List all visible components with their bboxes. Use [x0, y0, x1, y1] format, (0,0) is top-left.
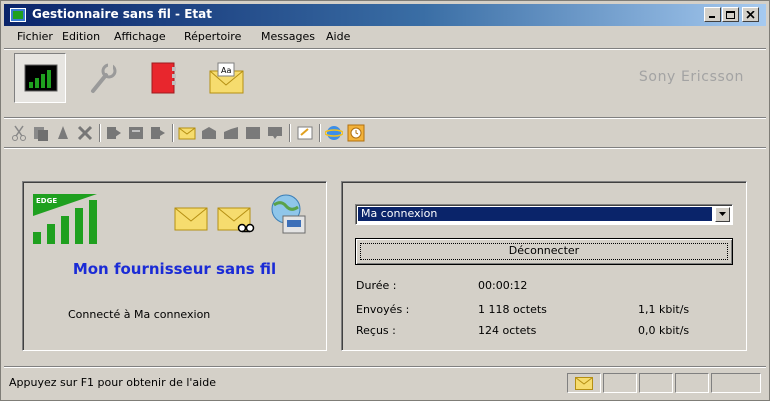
- sync-icon[interactable]: [149, 124, 167, 142]
- status-cell: [711, 373, 761, 393]
- close-icon: [746, 11, 755, 19]
- chevron-down-icon: [719, 212, 726, 216]
- connection-status: Connecté à Ma connexion: [68, 308, 211, 321]
- signal-strength-icon: EDGE: [33, 194, 97, 244]
- connection-panel: Ma connexion Déconnecter Durée : 00:00:1…: [341, 181, 747, 351]
- menu-repertoire[interactable]: Répertoire: [184, 30, 241, 43]
- network-computer-icon: [271, 194, 306, 234]
- main-toolbar: Aa Sony Ericsson: [4, 49, 766, 115]
- settings-button[interactable]: [75, 53, 127, 103]
- menu-messages[interactable]: Messages: [261, 30, 315, 43]
- connection-select[interactable]: Ma connexion: [355, 204, 733, 225]
- menu-edition[interactable]: Edition: [62, 30, 100, 43]
- close-button[interactable]: [742, 7, 759, 22]
- export-icon[interactable]: [127, 124, 145, 142]
- browser-icon[interactable]: [325, 124, 343, 142]
- status-button[interactable]: [14, 53, 66, 103]
- selected-connection: Ma connexion: [358, 207, 712, 221]
- sent-label: Envoyés :: [356, 303, 410, 316]
- new-message-icon[interactable]: [178, 124, 196, 142]
- status-cell: [675, 373, 709, 393]
- maximize-icon: [726, 11, 735, 19]
- svg-text:Aa: Aa: [221, 66, 231, 75]
- delete-icon[interactable]: [76, 124, 94, 142]
- messages-button[interactable]: Aa: [200, 53, 252, 103]
- new-mail-icon: [174, 207, 208, 231]
- focus-outline: [360, 243, 728, 260]
- menu-fichier[interactable]: Fichier: [17, 30, 53, 43]
- separator: [4, 366, 766, 368]
- toolbar-separator: [289, 124, 291, 142]
- copy-icon[interactable]: [32, 124, 50, 142]
- status-panel: EDGE Mon fournisseur sans fil Connecté à…: [22, 181, 327, 351]
- sent-icon[interactable]: [244, 124, 262, 142]
- toolbar-separator: [172, 124, 174, 142]
- dropdown-button[interactable]: [715, 207, 730, 222]
- window-title: Gestionnaire sans fil - Etat: [32, 7, 212, 21]
- duration-label: Durée :: [356, 279, 397, 292]
- paste-icon[interactable]: [54, 124, 72, 142]
- maximize-button[interactable]: [722, 7, 739, 22]
- minimize-icon: [709, 16, 715, 18]
- wrench-icon: [91, 63, 117, 93]
- status-cell: [603, 373, 637, 393]
- network-type-label: EDGE: [36, 197, 57, 205]
- status-bar: Appuyez sur F1 pour obtenir de l'aide: [4, 370, 766, 396]
- import-icon[interactable]: [105, 124, 123, 142]
- app-icon: [10, 7, 26, 23]
- sent-value: 1 118 octets: [478, 303, 547, 316]
- cut-icon[interactable]: [10, 124, 28, 142]
- menu-affichage[interactable]: Affichage: [114, 30, 166, 43]
- separator: [4, 147, 766, 149]
- message-indicator: [567, 373, 601, 393]
- disconnect-button[interactable]: Déconnecter: [355, 238, 733, 265]
- status-icon: [24, 64, 58, 92]
- messages-icon: Aa: [209, 62, 244, 94]
- title-bar[interactable]: Gestionnaire sans fil - Etat: [4, 4, 766, 26]
- status-cell: [639, 373, 673, 393]
- voicemail-icon: [217, 207, 255, 233]
- received-label: Reçus :: [356, 324, 396, 337]
- menu-aide[interactable]: Aide: [326, 30, 350, 43]
- secondary-toolbar: [4, 119, 766, 147]
- toolbar-separator: [99, 124, 101, 142]
- help-text: Appuyez sur F1 pour obtenir de l'aide: [9, 376, 216, 389]
- outbox-icon[interactable]: [222, 124, 240, 142]
- toolbar-separator: [319, 124, 321, 142]
- phonebook-button[interactable]: [137, 53, 189, 103]
- provider-name: Mon fournisseur sans fil: [72, 260, 277, 278]
- received-rate: 0,0 kbit/s: [638, 324, 690, 337]
- duration-value: 00:00:12: [478, 279, 528, 292]
- draft-icon[interactable]: [266, 124, 284, 142]
- minimize-button[interactable]: [704, 7, 721, 22]
- received-value: 124 octets: [478, 324, 537, 337]
- phonebook-icon: [151, 62, 176, 94]
- contact-card-icon[interactable]: [296, 124, 314, 142]
- envelope-icon: [575, 377, 593, 390]
- brand-logo: Sony Ericsson: [638, 69, 744, 85]
- sent-rate: 1,1 kbit/s: [638, 303, 690, 316]
- app-window: Gestionnaire sans fil - Etat Fichier Edi…: [0, 0, 770, 401]
- timer-icon[interactable]: [347, 124, 365, 142]
- menu-bar: Fichier Edition Affichage Répertoire Mes…: [4, 28, 766, 47]
- inbox-icon[interactable]: [200, 124, 218, 142]
